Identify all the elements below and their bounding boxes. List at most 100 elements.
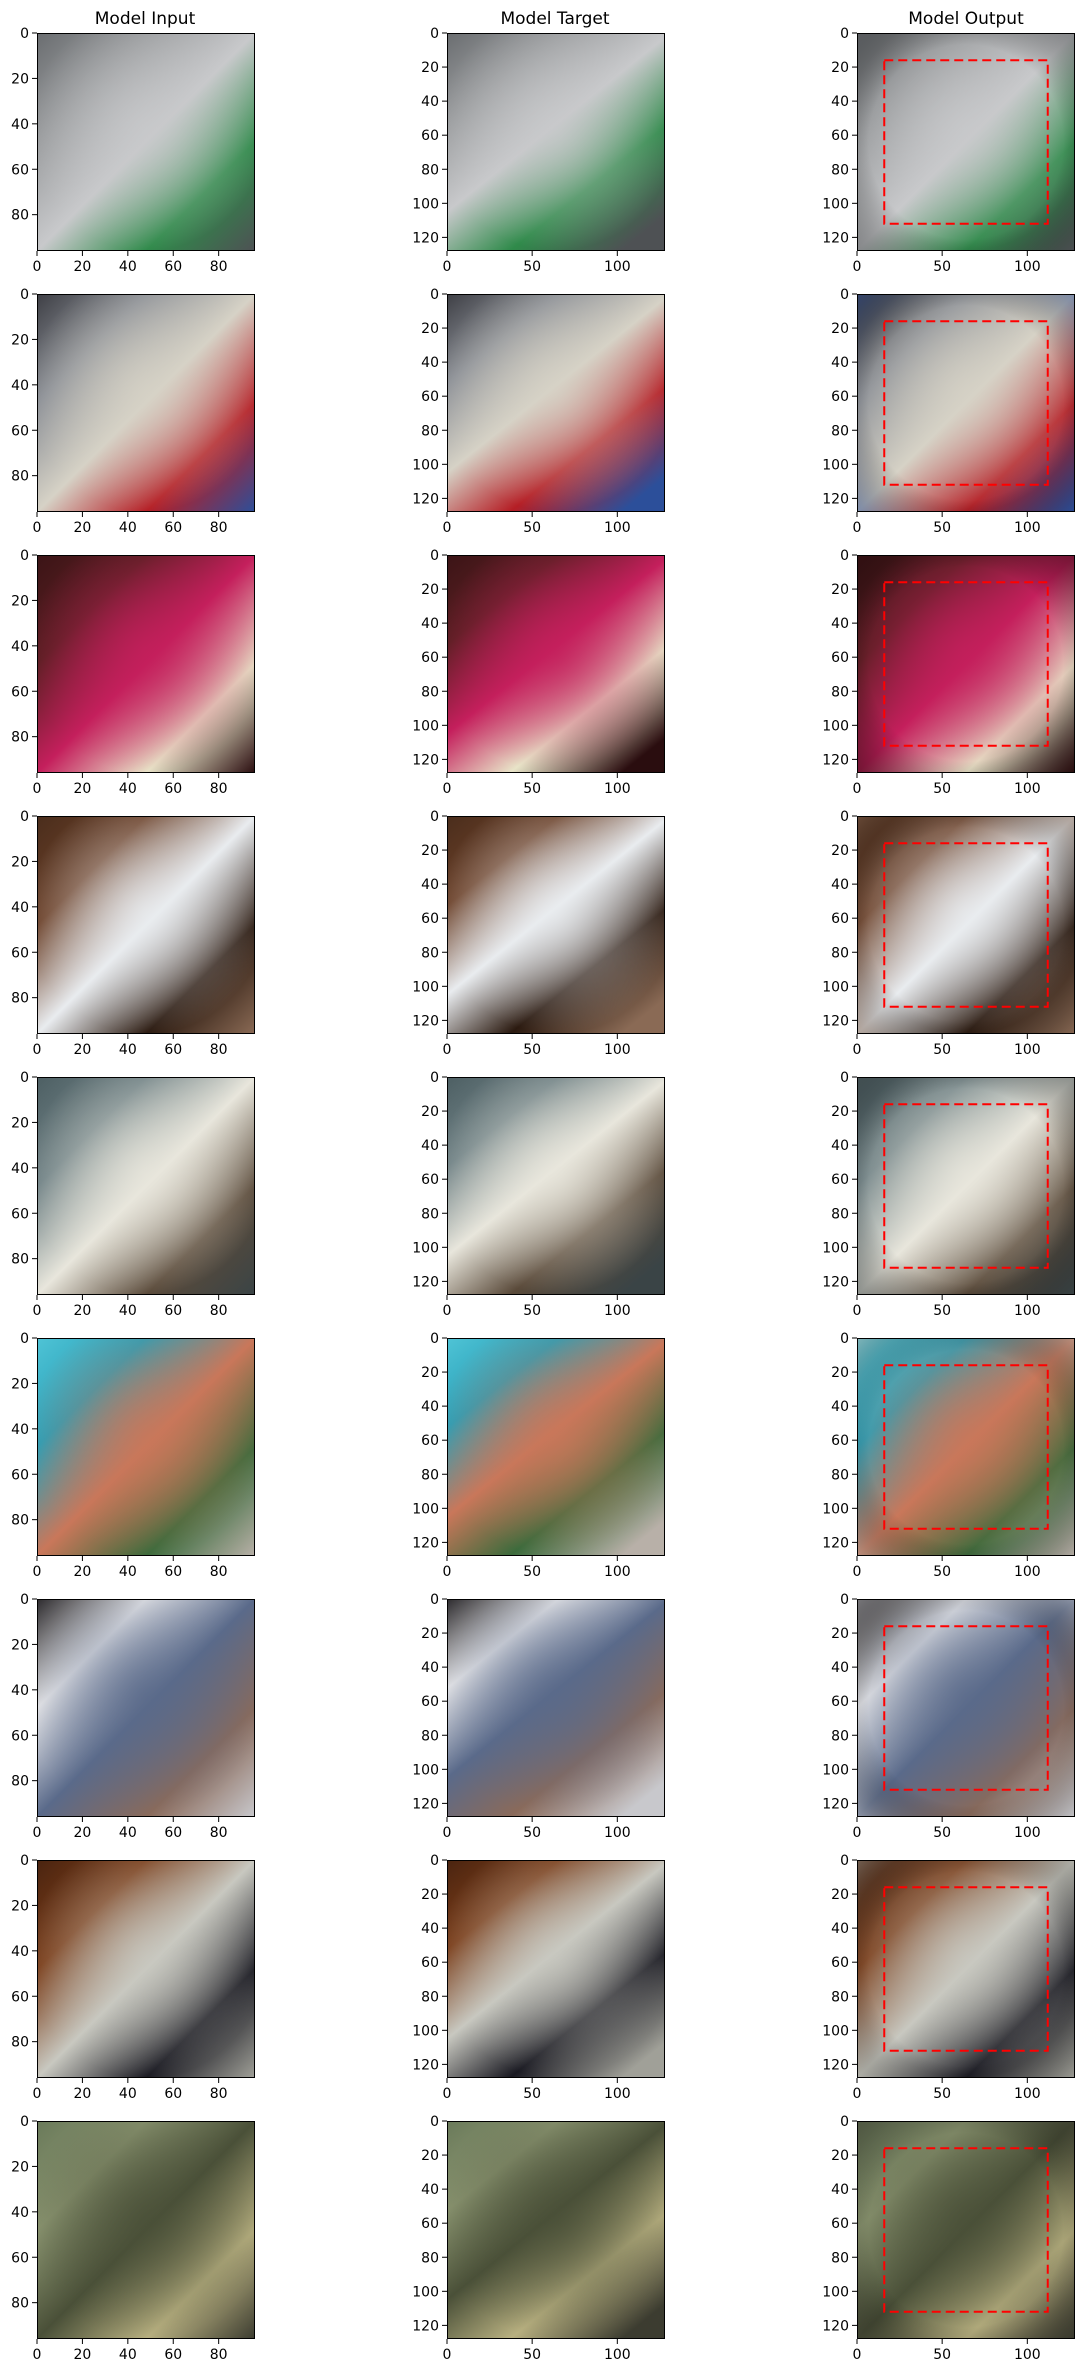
y-tick-label: 60 <box>11 684 29 700</box>
x-tick-label: 60 <box>164 1042 182 1058</box>
x-tick-label: 20 <box>74 2086 92 2102</box>
y-tick-label: 40 <box>11 900 29 916</box>
y-tick-label: 100 <box>412 457 439 473</box>
y-tick-label: 0 <box>840 809 849 825</box>
y-tick-label: 0 <box>840 26 849 42</box>
y-tick-label: 40 <box>831 1921 849 1937</box>
y-tick-label: 0 <box>20 1070 29 1086</box>
x-tick-label: 60 <box>164 2347 182 2363</box>
y-tick-label: 100 <box>822 1501 849 1517</box>
y-tick-label: 20 <box>11 1637 29 1653</box>
panel-r3-input: 0 20 40 60 80 0 20 40 60 80 <box>11 548 255 797</box>
y-tick-label: 60 <box>831 911 849 927</box>
column-title-input: Model Input <box>95 9 196 29</box>
y-tick-label: 120 <box>412 1274 439 1290</box>
y-tick-label: 20 <box>421 1365 439 1381</box>
y-tick-label: 60 <box>831 1172 849 1188</box>
x-tick-label: 50 <box>523 520 541 536</box>
x-tick-label: 50 <box>523 2086 541 2102</box>
panel-image-highlight <box>37 1599 255 1817</box>
y-tick-label: 100 <box>412 979 439 995</box>
y-tick-label: 80 <box>831 1467 849 1483</box>
x-tick-label: 50 <box>523 1564 541 1580</box>
y-tick-label: 40 <box>11 117 29 133</box>
y-tick-label: 60 <box>11 1467 29 1483</box>
y-tick-label: 60 <box>421 389 439 405</box>
y-tick-label: 80 <box>11 991 29 1007</box>
x-tick-label: 0 <box>853 1303 862 1319</box>
y-tick-label: 80 <box>831 162 849 178</box>
y-tick-label: 40 <box>831 1660 849 1676</box>
x-tick-label: 80 <box>210 1564 228 1580</box>
y-tick-label: 20 <box>11 854 29 870</box>
x-tick-label: 100 <box>604 2347 631 2363</box>
y-tick-label: 120 <box>822 491 849 507</box>
y-tick-label: 0 <box>430 1070 439 1086</box>
y-tick-label: 20 <box>831 582 849 598</box>
panel-r4-input: 0 20 40 60 80 0 20 40 60 80 <box>11 809 255 1058</box>
y-tick-label: 20 <box>11 1376 29 1392</box>
x-tick-label: 100 <box>604 1564 631 1580</box>
x-tick-label: 50 <box>523 1042 541 1058</box>
x-tick-label: 40 <box>119 520 137 536</box>
x-tick-label: 40 <box>119 1303 137 1319</box>
y-tick-label: 60 <box>11 1989 29 2005</box>
y-tick-label: 60 <box>11 162 29 178</box>
x-tick-label: 50 <box>523 259 541 275</box>
x-tick-label: 0 <box>443 781 452 797</box>
y-tick-label: 100 <box>412 2284 439 2300</box>
x-tick-label: 20 <box>74 781 92 797</box>
x-tick-label: 100 <box>1014 2086 1041 2102</box>
y-tick-label: 120 <box>412 2318 439 2334</box>
y-tick-label: 40 <box>421 1138 439 1154</box>
x-tick-label: 100 <box>1014 1303 1041 1319</box>
y-tick-label: 100 <box>412 2023 439 2039</box>
panel-image-highlight <box>37 2121 255 2339</box>
y-tick-label: 100 <box>412 718 439 734</box>
panel-image-highlight <box>447 1077 665 1295</box>
x-tick-label: 0 <box>443 2347 452 2363</box>
x-tick-label: 0 <box>853 520 862 536</box>
x-tick-label: 100 <box>1014 1564 1041 1580</box>
y-tick-label: 20 <box>831 1365 849 1381</box>
y-tick-label: 40 <box>831 1399 849 1415</box>
y-tick-label: 60 <box>421 128 439 144</box>
x-tick-label: 0 <box>33 2086 42 2102</box>
x-tick-label: 100 <box>1014 1825 1041 1841</box>
x-tick-label: 50 <box>933 2086 951 2102</box>
x-tick-label: 50 <box>933 259 951 275</box>
x-tick-label: 40 <box>119 1825 137 1841</box>
y-tick-label: 80 <box>421 1206 439 1222</box>
panel-r2-input: 0 20 40 60 80 0 20 40 60 80 <box>11 287 255 536</box>
x-tick-label: 0 <box>853 1042 862 1058</box>
y-tick-label: 120 <box>412 230 439 246</box>
y-tick-label: 100 <box>822 718 849 734</box>
x-tick-label: 0 <box>443 520 452 536</box>
x-tick-label: 50 <box>933 1564 951 1580</box>
panel-r6-output: 0204060801001200 50 100 <box>822 1331 1075 1580</box>
y-tick-label: 60 <box>11 1206 29 1222</box>
x-tick-label: 50 <box>523 1303 541 1319</box>
y-tick-label: 120 <box>822 1274 849 1290</box>
x-tick-label: 0 <box>33 1303 42 1319</box>
y-tick-label: 80 <box>11 208 29 224</box>
x-tick-label: 50 <box>933 1042 951 1058</box>
y-tick-label: 20 <box>831 1626 849 1642</box>
y-tick-label: 20 <box>421 321 439 337</box>
panel-image-highlight <box>37 1077 255 1295</box>
y-tick-label: 80 <box>421 1989 439 2005</box>
y-tick-label: 0 <box>430 1853 439 1869</box>
x-tick-label: 0 <box>443 1564 452 1580</box>
x-tick-label: 60 <box>164 2086 182 2102</box>
y-tick-label: 60 <box>831 1955 849 1971</box>
x-tick-label: 50 <box>933 781 951 797</box>
y-tick-label: 0 <box>20 1592 29 1608</box>
y-tick-label: 40 <box>831 355 849 371</box>
y-tick-label: 40 <box>831 94 849 110</box>
y-tick-label: 0 <box>20 26 29 42</box>
y-tick-label: 0 <box>840 1592 849 1608</box>
panel-r5-output: 0204060801001200 50 100 <box>822 1070 1075 1319</box>
x-tick-label: 80 <box>210 520 228 536</box>
y-tick-label: 40 <box>11 639 29 655</box>
y-tick-label: 80 <box>421 684 439 700</box>
